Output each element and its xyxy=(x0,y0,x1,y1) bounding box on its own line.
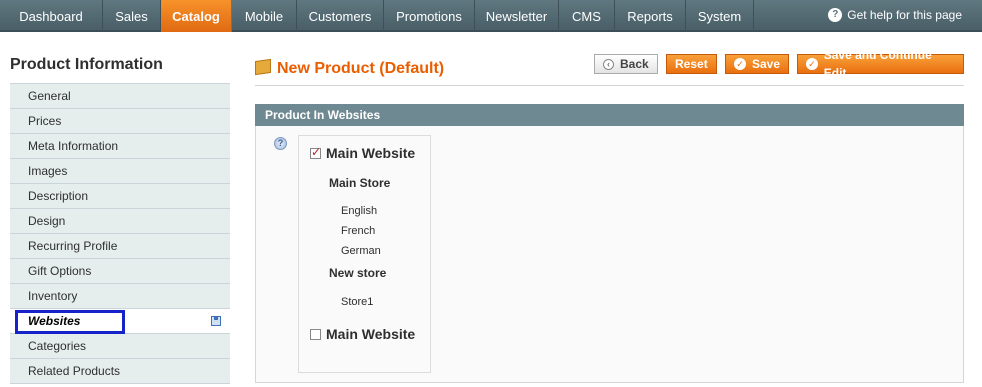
sidebar-item-prices[interactable]: Prices xyxy=(10,109,230,134)
back-arrow-icon: ‹ xyxy=(603,58,614,70)
save-button-label: Save xyxy=(752,57,781,71)
reset-button-label: Reset xyxy=(675,57,708,71)
sidebar-item-categories[interactable]: Categories xyxy=(10,334,230,359)
back-button[interactable]: ‹ Back xyxy=(594,54,658,74)
sidebar-item-label: General xyxy=(28,89,71,103)
nav-item-cms[interactable]: CMS xyxy=(559,0,615,32)
sidebar-item-meta-information[interactable]: Meta Information xyxy=(10,134,230,159)
top-nav: Dashboard Sales Catalog Mobile Customers… xyxy=(0,0,982,32)
nav-item-reports[interactable]: Reports xyxy=(615,0,686,32)
second-website-checkbox[interactable] xyxy=(310,328,321,340)
nav-item-newsletter[interactable]: Newsletter xyxy=(475,0,559,32)
sidebar-item-general[interactable]: General xyxy=(10,84,230,109)
store-view: German xyxy=(341,245,381,257)
store-view: Store1 xyxy=(341,296,374,308)
sidebar-item-label: Images xyxy=(28,164,68,178)
save-button[interactable]: ✓ Save xyxy=(725,54,790,74)
active-tab-highlight xyxy=(15,310,125,334)
section-title: Product In Websites xyxy=(255,104,964,126)
website-row: Main Website xyxy=(310,145,415,161)
save-and-continue-label: Save and Continue Edit xyxy=(823,48,932,80)
sidebar-tabs: General Prices Meta Information Images D… xyxy=(10,83,230,384)
sidebar-item-inventory[interactable]: Inventory xyxy=(10,284,230,309)
main-website-checkbox[interactable] xyxy=(310,145,321,159)
nav-item-dashboard[interactable]: Dashboard xyxy=(0,0,103,32)
website-tree: Main Website Main Store English French G… xyxy=(298,135,431,373)
save-and-continue-button[interactable]: ✓ Save and Continue Edit xyxy=(797,48,964,80)
sidebar-item-related-products[interactable]: Related Products xyxy=(10,359,230,384)
help-label: Get help for this page xyxy=(847,8,962,22)
sidebar-item-design[interactable]: Design xyxy=(10,209,230,234)
store-view: English xyxy=(341,205,378,217)
sidebar-item-images[interactable]: Images xyxy=(10,159,230,184)
nav-item-sales[interactable]: Sales xyxy=(103,0,161,32)
floppy-disk-icon xyxy=(211,316,221,326)
sidebar-item-label: Related Products xyxy=(28,364,121,378)
sidebar-item-description[interactable]: Description xyxy=(10,184,230,209)
store-name: New store xyxy=(329,266,387,280)
page-title: New Product (Default) xyxy=(277,60,445,77)
help-link[interactable]: ? Get help for this page xyxy=(828,8,962,22)
help-icon[interactable]: ? xyxy=(274,137,287,150)
check-icon: ✓ xyxy=(806,58,818,70)
check-icon: ✓ xyxy=(734,58,746,70)
sidebar-item-gift-options[interactable]: Gift Options xyxy=(10,259,230,284)
nav-item-mobile[interactable]: Mobile xyxy=(232,0,297,32)
websites-fieldset: ? Main Website Main Store English French… xyxy=(255,126,964,383)
store-name: Main Store xyxy=(329,176,391,190)
sidebar-item-recurring-profile[interactable]: Recurring Profile xyxy=(10,234,230,259)
website-row: Main Website xyxy=(310,326,415,342)
nav-item-promotions[interactable]: Promotions xyxy=(384,0,475,32)
nav-item-customers[interactable]: Customers xyxy=(297,0,384,32)
nav-item-system[interactable]: System xyxy=(686,0,754,32)
nav-item-catalog[interactable]: Catalog xyxy=(161,0,232,32)
sidebar-item-label: Gift Options xyxy=(28,264,92,278)
website-name: Main Website xyxy=(326,145,416,161)
sidebar-item-label: Inventory xyxy=(28,289,78,303)
reset-button[interactable]: Reset xyxy=(666,54,717,74)
store-view: French xyxy=(341,225,376,237)
sidebar-item-label: Prices xyxy=(28,114,62,128)
sidebar-item-label: Categories xyxy=(28,339,87,353)
page-header: New Product (Default) ‹ Back Reset ✓ Sav… xyxy=(255,48,964,86)
product-box-icon xyxy=(255,58,271,76)
sidebar-item-websites[interactable]: Websites xyxy=(10,309,230,334)
website-name: Main Website xyxy=(326,326,416,342)
sidebar-item-label: Description xyxy=(28,189,89,203)
back-button-label: Back xyxy=(620,57,649,71)
sidebar-item-label: Design xyxy=(28,214,66,228)
sidebar-title: Product Information xyxy=(10,56,163,73)
sidebar-item-label: Meta Information xyxy=(28,139,119,153)
question-icon: ? xyxy=(828,8,843,22)
sidebar-item-label: Recurring Profile xyxy=(28,239,118,253)
